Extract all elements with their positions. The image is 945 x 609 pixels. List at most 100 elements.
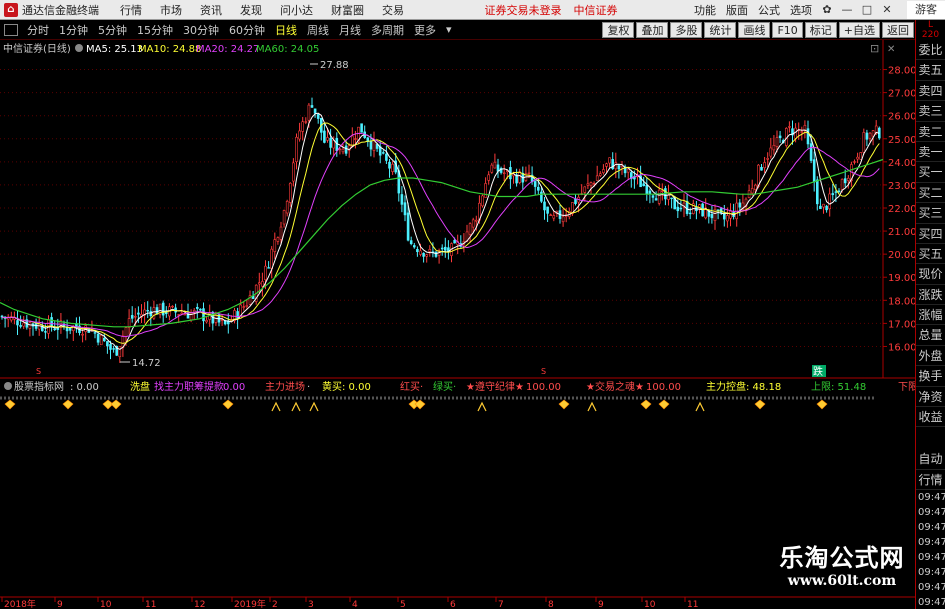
candle[interactable] (626, 167, 630, 180)
candle[interactable] (245, 299, 249, 309)
candle[interactable] (651, 194, 655, 203)
candle[interactable] (267, 261, 270, 269)
candle[interactable] (456, 234, 460, 255)
candle[interactable] (850, 161, 853, 187)
candle[interactable] (654, 191, 658, 201)
side-panel-header[interactable]: L 220 (916, 20, 945, 40)
adjust-button[interactable]: 复权 (602, 21, 635, 38)
candle[interactable] (695, 201, 698, 220)
candle[interactable] (639, 165, 642, 188)
candle[interactable] (803, 120, 807, 139)
ma-settings-icon[interactable] (75, 44, 83, 52)
candle[interactable] (865, 129, 869, 146)
chart-close-icon[interactable]: ✕ (887, 44, 895, 55)
side-item-quote[interactable]: 行情 (916, 470, 945, 491)
candle[interactable] (310, 97, 314, 109)
candle[interactable] (428, 245, 432, 257)
candle[interactable] (685, 193, 689, 216)
candle[interactable] (316, 114, 320, 124)
period-tab-daily[interactable]: 日线 (275, 22, 297, 38)
menu-item-discover[interactable]: 发现 (240, 2, 262, 18)
candle[interactable] (670, 197, 673, 209)
period-tab-15min[interactable]: 15分钟 (137, 22, 173, 38)
menu-item-trade[interactable]: 交易 (382, 2, 404, 18)
calendar-icon[interactable] (4, 23, 18, 36)
candle[interactable] (598, 171, 602, 178)
candle[interactable] (487, 171, 491, 185)
menu-item-formula[interactable]: 公式 (758, 2, 780, 18)
candle[interactable] (763, 156, 766, 174)
period-tab-5min[interactable]: 5分钟 (98, 22, 127, 38)
candle[interactable] (96, 331, 100, 346)
candle[interactable] (28, 321, 32, 337)
candle[interactable] (859, 152, 863, 160)
stock-title[interactable]: 中信证券(日线) (3, 42, 71, 55)
candle[interactable] (533, 180, 537, 195)
candle[interactable] (409, 236, 413, 246)
candle[interactable] (363, 125, 367, 139)
candle[interactable] (853, 159, 856, 165)
candle[interactable] (319, 117, 323, 141)
menu-item-function[interactable]: 功能 (694, 2, 716, 18)
candle[interactable] (837, 188, 841, 193)
candle[interactable] (171, 305, 174, 308)
candle[interactable] (679, 200, 683, 212)
candle[interactable] (595, 165, 599, 181)
candle[interactable] (710, 205, 714, 224)
candle[interactable] (186, 303, 190, 319)
candle[interactable] (499, 166, 503, 175)
candle[interactable] (304, 117, 308, 125)
candle[interactable] (493, 153, 497, 169)
candle[interactable] (233, 307, 236, 324)
candle[interactable] (84, 323, 87, 341)
candle[interactable] (56, 318, 60, 340)
candle[interactable] (620, 161, 624, 175)
candle[interactable] (586, 174, 590, 189)
candle[interactable] (481, 194, 484, 208)
candle[interactable] (580, 184, 584, 196)
candle[interactable] (146, 301, 149, 319)
candle[interactable] (527, 164, 531, 179)
candle[interactable] (825, 204, 828, 213)
menu-item-options[interactable]: 选项 (790, 2, 812, 18)
candle[interactable] (282, 209, 286, 228)
candle[interactable] (140, 304, 143, 323)
chart-zoom-icon[interactable]: ⊡ (870, 42, 879, 55)
period-tab-30min[interactable]: 30分钟 (183, 22, 219, 38)
indicator-header[interactable]: 股票指标网: 0.00 洗盘 找主力职筹提款 0.00 主力进场 · 黄买: 0.00 红买·… (4, 380, 915, 393)
broker-name[interactable]: 中信证券 (574, 2, 618, 18)
candle[interactable] (822, 203, 825, 214)
back-button[interactable]: 返回 (882, 21, 914, 38)
candle[interactable] (828, 187, 832, 217)
candle[interactable] (440, 244, 444, 256)
candle[interactable] (59, 312, 63, 334)
candle[interactable] (301, 116, 305, 141)
period-tab-intraday[interactable]: 分时 (27, 22, 49, 38)
candle[interactable] (196, 303, 199, 319)
period-tab-monthly[interactable]: 月线 (339, 22, 361, 38)
candle[interactable] (261, 272, 264, 297)
candle[interactable] (329, 128, 332, 155)
candle[interactable] (68, 327, 72, 335)
candle[interactable] (391, 160, 394, 175)
candle[interactable] (648, 188, 652, 204)
candle[interactable] (543, 197, 546, 220)
maximize-icon[interactable]: □ (860, 3, 874, 17)
menu-item-quotes[interactable]: 行情 (120, 2, 142, 18)
candle[interactable] (778, 130, 782, 144)
candle[interactable] (227, 313, 230, 334)
candle[interactable] (434, 251, 438, 258)
candle[interactable] (6, 314, 10, 328)
candle[interactable] (738, 199, 742, 216)
candle[interactable] (285, 199, 289, 217)
stats-button[interactable]: 统计 (704, 21, 737, 38)
candle[interactable] (660, 183, 664, 201)
period-tab-weekly[interactable]: 周线 (307, 22, 329, 38)
candle[interactable] (571, 202, 574, 217)
candle[interactable] (143, 302, 146, 324)
candle[interactable] (788, 121, 791, 133)
candle[interactable] (155, 304, 159, 315)
candle[interactable] (691, 199, 695, 215)
candle[interactable] (180, 303, 184, 316)
candle[interactable] (205, 316, 208, 324)
